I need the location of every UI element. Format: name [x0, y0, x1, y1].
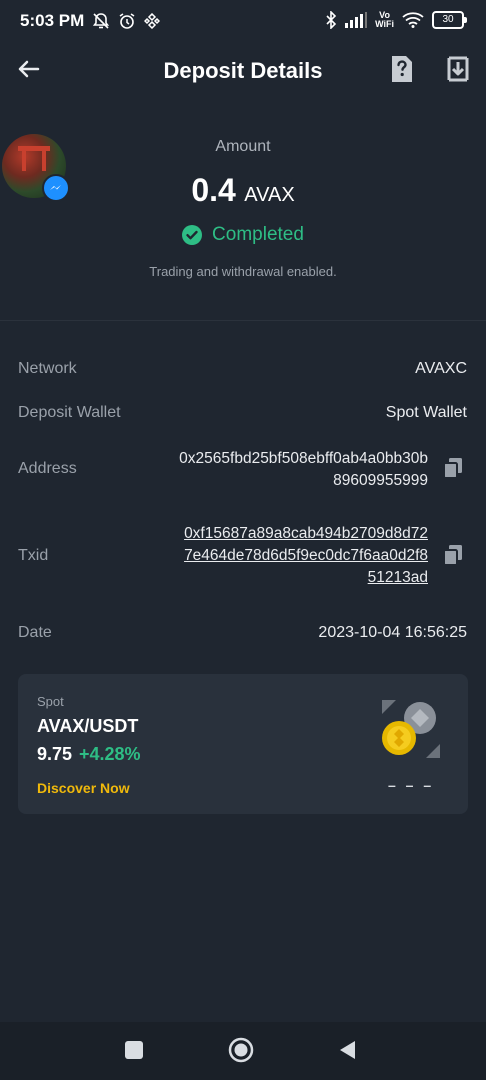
signal-icon — [345, 12, 368, 28]
download-button[interactable] — [444, 54, 472, 84]
date-label: Date — [18, 624, 52, 641]
muted-bell-icon — [92, 12, 110, 30]
status-note: Trading and withdrawal enabled. — [149, 264, 337, 279]
deposit-wallet-label: Deposit Wallet — [18, 404, 121, 421]
card-placeholder-dashes: – – – — [388, 777, 435, 793]
vowifi-bottom: WiFi — [375, 19, 394, 29]
date-value: 2023-10-04 16:56:25 — [318, 624, 467, 641]
spot-promo-card[interactable]: Spot AVAX/USDT 9.75 +4.28% Discover Now … — [18, 674, 468, 814]
status-time: 5:03 PM — [20, 11, 85, 30]
address-label: Address — [18, 460, 77, 477]
check-circle-icon — [182, 225, 203, 245]
copy-icon — [443, 458, 462, 479]
divider — [0, 320, 486, 321]
copy-txid-button[interactable] — [442, 543, 464, 567]
amount-value: 0.4 — [191, 172, 236, 208]
system-nav-bar — [0, 1022, 486, 1080]
home-button[interactable] — [228, 1037, 254, 1063]
alarm-icon — [118, 12, 136, 30]
download-icon — [447, 56, 469, 82]
status-text: Completed — [212, 224, 304, 245]
txid-link[interactable]: 0xf15687a89a8cab494b2709d8d727e464de78d6… — [178, 523, 428, 589]
amount-label: Amount — [215, 138, 271, 155]
discover-now-link[interactable]: Discover Now — [37, 780, 130, 796]
coin-illustration-icon — [382, 700, 440, 758]
status-left: 5:03 PM — [20, 11, 161, 31]
network-value: AVAXC — [415, 360, 467, 377]
deposit-wallet-value: Spot Wallet — [385, 404, 467, 421]
binance-logo-icon — [144, 13, 161, 29]
status-bar: 5:03 PM Vo WiFi 30 — [0, 0, 486, 44]
deposit-status: Completed — [0, 224, 486, 246]
card-change: +4.28% — [79, 744, 141, 764]
copy-address-button[interactable] — [442, 456, 464, 480]
address-value: 0x2565fbd25bf508ebff0ab4a0bb30b896099559… — [179, 450, 428, 489]
help-button[interactable] — [388, 54, 416, 84]
bluetooth-icon — [325, 11, 337, 29]
card-pair: AVAX/USDT — [37, 716, 139, 736]
network-label: Network — [18, 360, 77, 377]
amount-unit: AVAX — [244, 184, 295, 206]
recents-button[interactable] — [124, 1040, 144, 1060]
card-tag: Spot — [37, 694, 64, 709]
copy-icon — [443, 545, 462, 566]
amount-row: 0.4 AVAX — [0, 172, 486, 209]
top-bar: Deposit Details — [0, 44, 486, 96]
system-back-button[interactable] — [336, 1038, 360, 1062]
battery-indicator: 30 — [432, 11, 467, 29]
card-price: 9.75 — [37, 744, 73, 764]
txid-label: Txid — [18, 547, 49, 564]
wifi-icon — [402, 12, 424, 28]
status-right: Vo WiFi 30 — [325, 11, 467, 29]
help-document-icon — [392, 56, 412, 82]
vowifi-indicator: Vo WiFi — [375, 11, 394, 29]
